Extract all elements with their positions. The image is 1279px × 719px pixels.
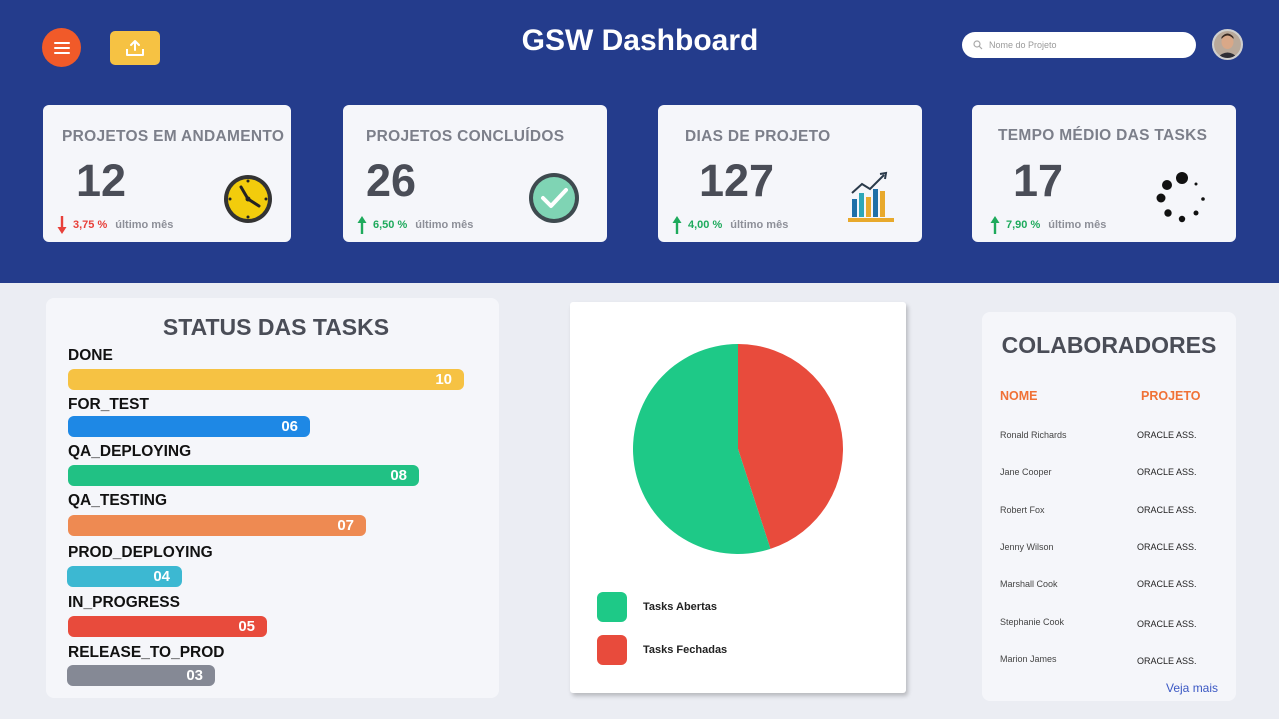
stat-title: TEMPO MÉDIO DAS TASKS xyxy=(998,127,1208,144)
search-bar[interactable] xyxy=(962,32,1196,58)
status-tasks-title: STATUS DAS TASKS xyxy=(162,314,390,340)
legend-label: Tasks Abertas xyxy=(643,601,717,613)
avatar-image xyxy=(1214,31,1241,58)
stat-trend: 7,90 % último mês xyxy=(990,215,1106,235)
task-status-label: RELEASE_TO_PROD xyxy=(68,644,225,661)
task-status-label: PROD_DEPLOYING xyxy=(68,544,213,561)
legend-label: Tasks Fechadas xyxy=(643,644,728,656)
task-status-bar: 10 xyxy=(68,369,464,390)
stat-card-tempo-medio: TEMPO MÉDIO DAS TASKS 17 7,90 % último m… xyxy=(972,105,1236,242)
collaborator-name: Jane Cooper xyxy=(1000,467,1052,477)
see-more-link[interactable]: Veja mais xyxy=(1166,681,1218,695)
page-title: GSW Dashboard xyxy=(521,24,759,57)
clock-icon xyxy=(224,175,272,223)
loading-spinner-icon xyxy=(1156,172,1205,223)
task-status-label: QA_TESTING xyxy=(68,492,168,509)
stat-value: 12 xyxy=(76,155,127,206)
tasks-pie-panel: Tasks Abertas Tasks Fechadas xyxy=(570,302,906,693)
hamburger-icon xyxy=(53,41,70,54)
stat-card-dias-projeto: DIAS DE PROJETO 127 4,00 % último mês xyxy=(658,105,922,242)
search-icon xyxy=(973,40,983,50)
stat-card-projetos-andamento: PROJETOS EM ANDAMENTO 12 3,75 % último m… xyxy=(43,105,291,242)
arrow-down-icon xyxy=(57,216,67,234)
task-status-bar: 06 xyxy=(68,416,310,437)
stat-trend-pct: 4,00 % xyxy=(688,219,723,231)
task-status-bar: 03 xyxy=(67,665,215,686)
stat-trend-label: último mês xyxy=(1048,219,1107,231)
collaborator-name: Ronald Richards xyxy=(1000,430,1067,440)
user-avatar[interactable] xyxy=(1212,29,1243,60)
stat-trend-label: último mês xyxy=(730,219,789,231)
collaborators-panel: COLABORADORES NOME PROJETO Ronald Richar… xyxy=(982,312,1236,701)
stat-trend: 3,75 % último mês xyxy=(57,215,173,235)
collaborator-name: Robert Fox xyxy=(1000,505,1045,515)
collaborator-project: ORACLE ASS. xyxy=(1137,430,1197,440)
task-status-bar: 08 xyxy=(68,465,419,486)
search-input[interactable] xyxy=(989,40,1179,50)
tasks-pie-chart xyxy=(633,344,843,554)
arrow-up-icon xyxy=(672,216,682,234)
task-status-bar: 07 xyxy=(68,515,366,536)
collaborator-project: ORACLE ASS. xyxy=(1137,579,1197,589)
stat-trend-label: último mês xyxy=(415,219,474,231)
stat-trend: 4,00 % último mês xyxy=(672,215,788,235)
stat-card-projetos-concluidos: PROJETOS CONCLUÍDOS 26 6,50 % último mês xyxy=(343,105,607,242)
upload-icon xyxy=(126,40,144,56)
legend-item-abertas: Tasks Abertas xyxy=(597,592,717,622)
collaborator-name: Marion James xyxy=(1000,654,1057,664)
legend-item-fechadas: Tasks Fechadas xyxy=(597,635,727,665)
stat-title: PROJETOS CONCLUÍDOS xyxy=(366,128,565,145)
column-header-projeto: PROJETO xyxy=(1141,389,1201,403)
column-header-nome: NOME xyxy=(1000,389,1038,403)
menu-button[interactable] xyxy=(42,28,81,67)
stat-trend-pct: 3,75 % xyxy=(73,219,108,231)
stat-trend-pct: 6,50 % xyxy=(373,219,408,231)
stat-trend: 6,50 % último mês xyxy=(357,215,473,235)
collaborator-project: ORACLE ASS. xyxy=(1137,505,1197,515)
arrow-up-icon xyxy=(357,216,367,234)
growth-chart-icon xyxy=(848,171,894,222)
task-status-bar: 05 xyxy=(68,616,267,637)
status-tasks-panel: STATUS DAS TASKS DONE 10 FOR_TEST 06 QA_… xyxy=(46,298,499,698)
collaborator-project: ORACLE ASS. xyxy=(1137,542,1197,552)
stat-value: 26 xyxy=(366,155,417,206)
legend-swatch xyxy=(597,592,627,622)
collaborator-name: Jenny Wilson xyxy=(1000,542,1054,552)
check-circle-icon xyxy=(529,173,579,223)
stat-trend-label: último mês xyxy=(115,219,174,231)
collaborator-name: Marshall Cook xyxy=(1000,579,1058,589)
stat-value: 127 xyxy=(699,155,775,206)
task-status-label: IN_PROGRESS xyxy=(68,594,180,611)
collaborators-title: COLABORADORES xyxy=(1001,332,1217,358)
collaborator-project: ORACLE ASS. xyxy=(1137,619,1197,629)
legend-swatch xyxy=(597,635,627,665)
arrow-up-icon xyxy=(990,216,1000,234)
task-status-label: DONE xyxy=(68,347,113,364)
stat-trend-pct: 7,90 % xyxy=(1006,219,1041,231)
collaborator-project: ORACLE ASS. xyxy=(1137,467,1197,477)
task-status-label: QA_DEPLOYING xyxy=(68,443,192,460)
upload-button[interactable] xyxy=(110,31,160,65)
stat-title: PROJETOS EM ANDAMENTO xyxy=(62,128,285,145)
task-status-label: FOR_TEST xyxy=(68,396,149,413)
collaborator-project: ORACLE ASS. xyxy=(1137,656,1197,666)
stat-title: DIAS DE PROJETO xyxy=(685,128,831,145)
task-status-bar: 04 xyxy=(67,566,182,587)
stat-value: 17 xyxy=(1013,155,1064,206)
collaborator-name: Stephanie Cook xyxy=(1000,617,1065,627)
